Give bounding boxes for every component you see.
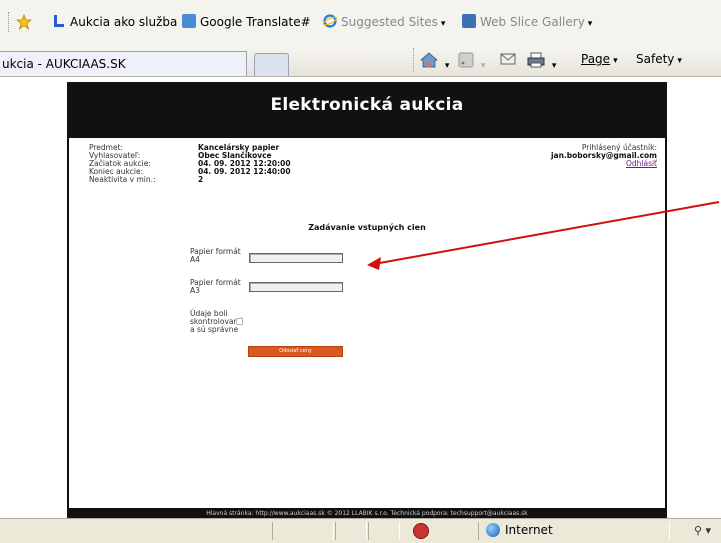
security-zone[interactable]: Internet bbox=[486, 523, 553, 537]
logged-user-box: Prihlásený účastník: jan.boborsky@gmail.… bbox=[551, 144, 657, 168]
logout-link[interactable]: Odhlásiť bbox=[551, 160, 657, 168]
page-menu[interactable]: Page ▾ bbox=[581, 52, 618, 66]
label-line: a sú správne bbox=[190, 325, 239, 334]
zoom-icon: ⚲ bbox=[694, 524, 703, 537]
home-icon bbox=[420, 52, 442, 71]
chevron-down-icon: ▾ bbox=[587, 19, 593, 29]
auction-page: Elektronická aukcia Predmet: Vyhlasovate… bbox=[67, 82, 667, 520]
toolbar-grip[interactable] bbox=[8, 12, 12, 32]
auction-info-labels: Predmet: Vyhlasovateľ: Začiatok aukcie: … bbox=[89, 144, 156, 184]
auction-info-values: Kancelársky papier Obec Slančíkovce 04. … bbox=[198, 144, 291, 184]
chevron-down-icon: ▾ bbox=[480, 61, 486, 71]
favorite-link-google-translate[interactable]: Google Translate# bbox=[182, 14, 311, 29]
ie-logo-icon bbox=[322, 14, 338, 28]
favorites-star-icon bbox=[15, 13, 33, 31]
favorite-label: Google Translate# bbox=[200, 15, 311, 29]
label-line: A3 bbox=[190, 286, 200, 295]
blue-l-favicon bbox=[52, 14, 66, 28]
safety-menu-label: Safety bbox=[636, 52, 675, 66]
rss-feed-icon bbox=[458, 52, 478, 71]
zone-label: Internet bbox=[505, 523, 553, 537]
printer-icon bbox=[527, 52, 549, 71]
chevron-down-icon: ▾ bbox=[444, 61, 450, 71]
price-a4-label: Papier formát A4 bbox=[190, 248, 241, 264]
page-viewport: Elektronická aukcia Predmet: Vyhlasovate… bbox=[0, 77, 721, 520]
feeds-button[interactable]: ▾ bbox=[458, 52, 485, 71]
confirm-checkbox[interactable] bbox=[236, 318, 243, 325]
favorites-bar: Aukcia ako služba Google Translate# Sugg… bbox=[0, 0, 721, 45]
page-menu-label: Page bbox=[581, 52, 611, 66]
favorite-link-web-slice[interactable]: Web Slice Gallery ▾ bbox=[462, 14, 592, 29]
safety-menu[interactable]: Safety ▾ bbox=[636, 52, 682, 66]
status-cell bbox=[335, 522, 367, 540]
price-a4-input[interactable] bbox=[249, 253, 343, 263]
read-mail-button[interactable] bbox=[500, 52, 516, 69]
chevron-down-icon: ▾ bbox=[551, 61, 557, 71]
google-translate-icon bbox=[182, 14, 196, 28]
page-title: Elektronická aukcia bbox=[270, 95, 464, 115]
form-title: Zadávanie vstupných cien bbox=[308, 223, 426, 232]
tab-title: ukcia - AUKCIAAS.SK bbox=[2, 57, 126, 71]
favorite-label: Aukcia ako služba bbox=[70, 15, 178, 29]
info-value-inactivity: 2 bbox=[198, 175, 204, 184]
favorite-label: Web Slice Gallery bbox=[480, 15, 585, 29]
favorites-star-button[interactable] bbox=[15, 13, 34, 31]
label-line: A4 bbox=[190, 255, 200, 264]
price-a3-input[interactable] bbox=[249, 282, 343, 292]
favorite-link-aukcia[interactable]: Aukcia ako služba bbox=[52, 14, 177, 29]
chevron-down-icon: ▾ bbox=[613, 56, 618, 66]
chevron-down-icon: ▾ bbox=[440, 19, 446, 29]
internet-globe-icon bbox=[486, 523, 500, 537]
page-header: Elektronická aukcia bbox=[69, 82, 665, 138]
favorite-label: Suggested Sites bbox=[341, 15, 438, 29]
info-label: Neaktivita v min.: bbox=[89, 175, 156, 184]
mail-icon bbox=[500, 53, 516, 69]
submit-prices-button[interactable]: Odoslať ceny bbox=[248, 346, 343, 357]
home-button[interactable]: ▾ bbox=[420, 52, 449, 71]
status-cell bbox=[272, 522, 334, 540]
chevron-down-icon: ▾ bbox=[677, 56, 682, 66]
tab-aukcia[interactable]: ukcia - AUKCIAAS.SK bbox=[0, 51, 247, 76]
price-a3-label: Papier formát A3 bbox=[190, 279, 241, 295]
web-slice-icon bbox=[462, 14, 476, 28]
status-bar: Internet ⚲ ▾ bbox=[0, 518, 721, 543]
zoom-control[interactable]: ⚲ ▾ bbox=[694, 524, 711, 537]
toolbar-separator bbox=[413, 48, 415, 72]
favorite-link-suggested-sites[interactable]: Suggested Sites ▾ bbox=[322, 14, 446, 29]
confirm-checkbox-label: Údaje boli skontrolované a sú správne bbox=[190, 310, 243, 334]
new-tab-button[interactable] bbox=[254, 53, 289, 76]
privacy-report-icon[interactable] bbox=[413, 523, 429, 539]
status-cell bbox=[368, 522, 400, 540]
print-button[interactable]: ▾ bbox=[527, 52, 556, 71]
info-value-end: 04. 09. 2012 12:40:00 bbox=[198, 167, 291, 176]
